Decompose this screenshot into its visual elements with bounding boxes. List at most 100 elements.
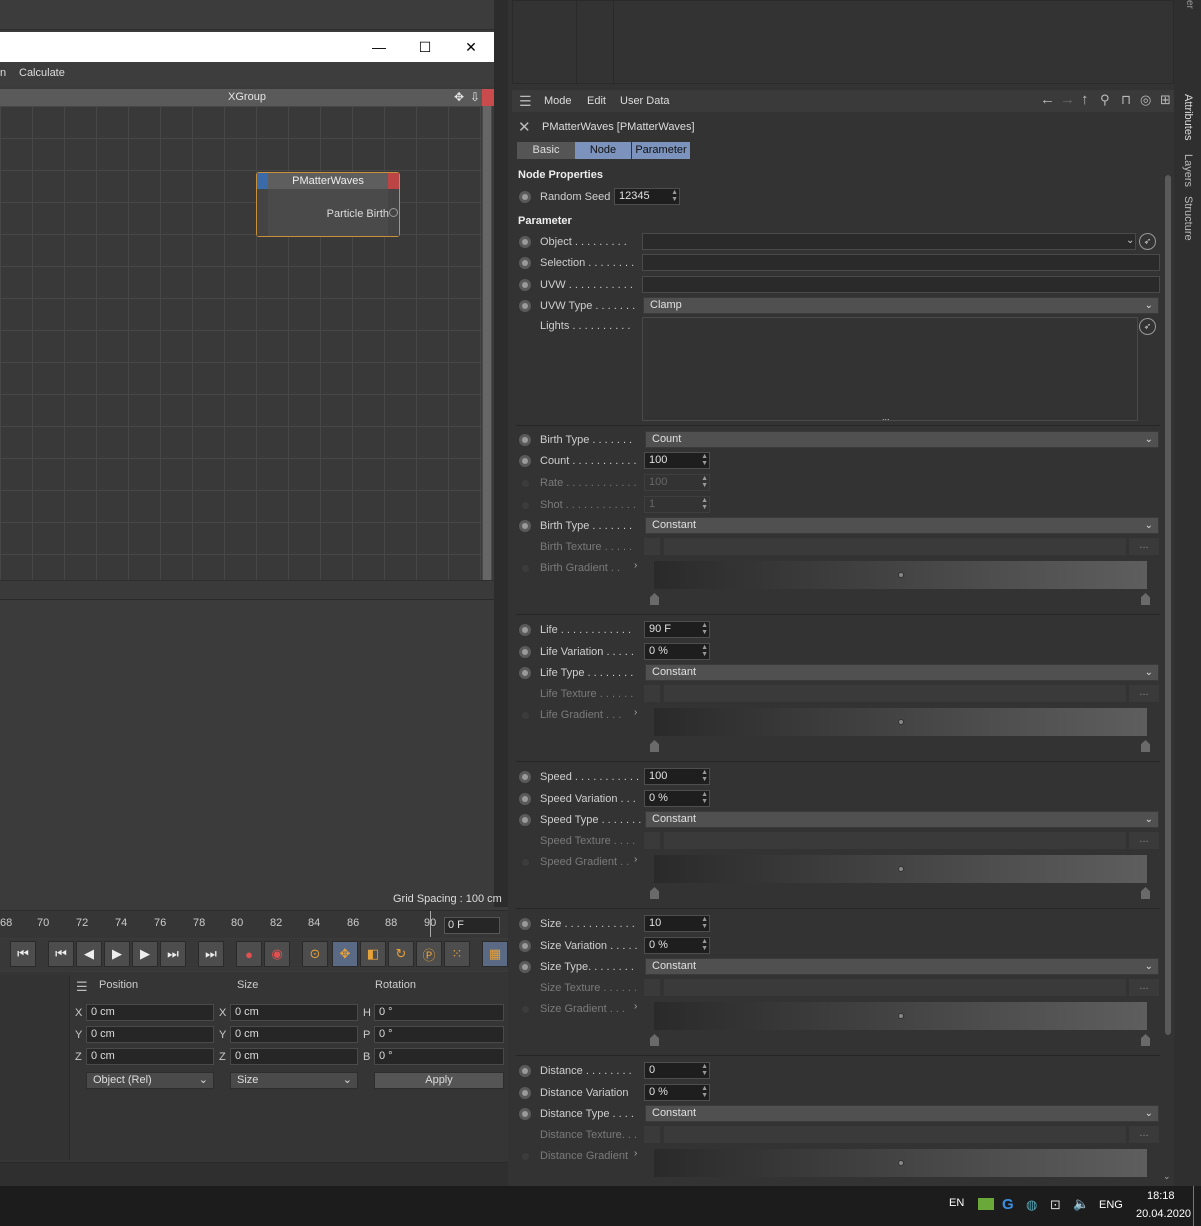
menu-item-calculate[interactable]: Calculate	[19, 62, 65, 84]
size-field[interactable]: 10 ▲ ▼	[644, 915, 710, 932]
expand-arrow-icon[interactable]: ›	[634, 707, 637, 718]
goto-start-icon[interactable]: ⏮	[10, 941, 36, 967]
texture-more-button[interactable]: ...	[1129, 979, 1159, 996]
animate-radio-icon[interactable]	[518, 256, 532, 270]
apply-button[interactable]: Apply	[374, 1072, 504, 1089]
speed-field[interactable]: 100 ▲ ▼	[644, 768, 710, 785]
gradient-marker-icon[interactable]	[1141, 740, 1150, 752]
animate-radio-icon[interactable]	[518, 792, 532, 806]
gradient-knob[interactable]	[898, 719, 904, 725]
expand-arrow-icon[interactable]: ›	[634, 1148, 637, 1159]
chevron-down-icon[interactable]	[644, 1126, 660, 1143]
chevron-down-icon[interactable]	[644, 685, 660, 702]
gradient-marker-icon[interactable]	[650, 1034, 659, 1046]
timeline-ruler[interactable]: 68 70 72 74 76 78 80 82 84 86 88 90	[0, 910, 508, 938]
prev-key-icon[interactable]: ⏮	[48, 941, 74, 967]
random-seed-field[interactable]: 12345 ▲ ▼	[614, 188, 680, 205]
playhead[interactable]	[430, 911, 431, 937]
animate-radio-icon[interactable]	[518, 770, 532, 784]
tab-structure[interactable]: Structure	[1182, 196, 1194, 241]
gradient-marker-icon[interactable]	[650, 887, 659, 899]
move-icon[interactable]: ✥	[454, 89, 464, 106]
maximize-icon[interactable]: ☐	[402, 32, 448, 62]
size-z-field[interactable]: 0 cm	[230, 1048, 358, 1065]
distance-variation-field[interactable]: 0 % ▲ ▼	[644, 1084, 710, 1101]
distance-field[interactable]: 0 ▲ ▼	[644, 1062, 710, 1079]
xpresso-canvas[interactable]	[0, 106, 482, 580]
tab-layers[interactable]: Layers	[1182, 154, 1194, 187]
play-icon[interactable]: ▶	[104, 941, 130, 967]
selection-link-field[interactable]	[642, 254, 1160, 271]
animate-radio-icon[interactable]	[518, 519, 532, 533]
life-variation-field[interactable]: 0 % ▲ ▼	[644, 643, 710, 660]
gradient-marker-icon[interactable]	[650, 593, 659, 605]
size-variation-field[interactable]: 0 % ▲ ▼	[644, 937, 710, 954]
size-type-select[interactable]: Constant ⌄	[645, 958, 1159, 975]
texture-more-button[interactable]: ...	[1129, 538, 1159, 555]
speed-type-select[interactable]: Constant ⌄	[645, 811, 1159, 828]
texture-more-button[interactable]: ...	[1129, 832, 1159, 849]
network-icon[interactable]: ⊡	[1050, 1197, 1061, 1213]
position-z-field[interactable]: 0 cm	[86, 1048, 214, 1065]
pick-icon[interactable]: ➶	[1139, 318, 1156, 335]
animate-radio-icon[interactable]	[518, 190, 532, 204]
gradient-knob[interactable]	[898, 1013, 904, 1019]
animate-radio-icon[interactable]	[518, 939, 532, 953]
menu-user-data[interactable]: User Data	[620, 95, 670, 107]
animate-radio-icon[interactable]	[518, 1064, 532, 1078]
rotation-p-field[interactable]: 0 °	[374, 1026, 504, 1043]
gradient-knob[interactable]	[898, 572, 904, 578]
scale-key-icon[interactable]: ◧	[360, 941, 386, 967]
coordinate-mode-select[interactable]: Object (Rel) ⌄	[86, 1072, 214, 1089]
lock-icon[interactable]: ⊓	[1121, 92, 1131, 108]
gradient-knob[interactable]	[898, 1160, 904, 1166]
animate-radio-icon[interactable]	[518, 645, 532, 659]
expand-arrow-icon[interactable]: ›	[634, 560, 637, 571]
next-frame-icon[interactable]: ▶	[132, 941, 158, 967]
object-link-field[interactable]	[642, 233, 1136, 250]
back-arrow-icon[interactable]: ←	[1040, 91, 1055, 108]
animate-radio-icon[interactable]	[518, 960, 532, 974]
count-field[interactable]: 100 ▲ ▼	[644, 452, 710, 469]
rotate-key-icon[interactable]: ↻	[388, 941, 414, 967]
texture-more-button[interactable]: ...	[1129, 1126, 1159, 1143]
uvw-type-select[interactable]: Clamp ⌄	[643, 297, 1159, 314]
distance-gradient[interactable]	[654, 1149, 1147, 1177]
speed-gradient[interactable]	[654, 855, 1147, 883]
autokey-icon[interactable]: ◉	[264, 941, 290, 967]
distance-type-select[interactable]: Constant ⌄	[645, 1105, 1159, 1122]
position-x-field[interactable]: 0 cm	[86, 1004, 214, 1021]
list-resize-handle[interactable]: ...	[882, 412, 890, 422]
tab-attributes[interactable]: Attributes	[1182, 94, 1194, 140]
show-desktop[interactable]	[1193, 1186, 1194, 1226]
nvidia-icon[interactable]	[978, 1198, 994, 1210]
node-output-port-icon[interactable]	[388, 173, 399, 189]
minimize-icon[interactable]: —	[356, 32, 402, 62]
birth-gradient[interactable]	[654, 561, 1147, 589]
animate-radio-icon[interactable]	[518, 917, 532, 931]
texture-more-button[interactable]: ...	[1129, 685, 1159, 702]
expand-arrow-icon[interactable]: ›	[634, 854, 637, 865]
port-circle-icon[interactable]	[389, 208, 398, 217]
animate-radio-icon[interactable]	[518, 235, 532, 249]
gradient-marker-icon[interactable]	[1141, 887, 1150, 899]
tab-node[interactable]: Node	[575, 142, 631, 159]
close-icon[interactable]: ✕	[448, 32, 494, 62]
hamburger-icon[interactable]: ☰	[519, 93, 532, 110]
current-frame-field[interactable]: 0 F	[444, 917, 500, 934]
birth-type-select[interactable]: Count ⌄	[645, 431, 1159, 448]
node-input-port-icon[interactable]	[257, 173, 268, 189]
pick-icon[interactable]: ➶	[1139, 233, 1156, 250]
move-key-icon[interactable]: ✥	[332, 941, 358, 967]
param-key-icon[interactable]: Ⓟ	[416, 941, 442, 967]
search-icon[interactable]: ⚲	[1100, 92, 1110, 108]
size-y-field[interactable]: 0 cm	[230, 1026, 358, 1043]
network-globe-icon[interactable]: ◍	[1026, 1197, 1037, 1213]
next-key-icon[interactable]: ⏭	[160, 941, 186, 967]
forward-arrow-icon[interactable]: →	[1060, 91, 1075, 108]
clock-date[interactable]: 20.04.2020	[1136, 1208, 1191, 1220]
menu-item-n[interactable]: n	[0, 62, 6, 84]
pla-key-icon[interactable]: ⁙	[444, 941, 470, 967]
logitech-icon[interactable]: G	[1002, 1196, 1014, 1213]
gradient-marker-icon[interactable]	[1141, 1034, 1150, 1046]
